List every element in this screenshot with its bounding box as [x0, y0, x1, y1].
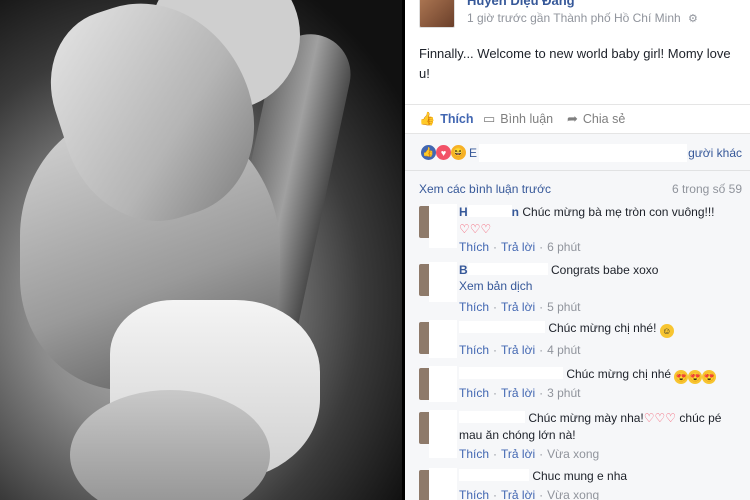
comment-meta: Thích · Trả lời · 6 phút — [459, 240, 581, 254]
post-sidebar: Huyền Diệu Đăng 1 giờ trước gần Thành ph… — [405, 0, 750, 500]
share-button[interactable]: ➦ Chia sẻ — [567, 111, 625, 127]
comment-like-link[interactable]: Thích — [459, 488, 489, 500]
post-header: Huyền Diệu Đăng 1 giờ trước gần Thành ph… — [405, 0, 750, 30]
redacted-name — [459, 367, 563, 379]
globe-icon: ⚙ — [688, 13, 698, 25]
comments-section: 👍 ♥ 😆 E gười khác Xem các bình luận trướ… — [405, 134, 750, 500]
comment-like-link[interactable]: Thích — [459, 300, 489, 314]
smile-emoji-icon: ☺ — [659, 324, 674, 338]
comment-label: Bình luận — [500, 112, 554, 126]
redacted-names — [479, 144, 687, 162]
reactions-bar[interactable]: 👍 ♥ 😆 E gười khác — [405, 142, 750, 164]
author-avatar[interactable] — [419, 0, 455, 28]
comment-reply-link[interactable]: Trả lời — [501, 386, 535, 400]
redacted-name — [467, 205, 512, 217]
redacted-area — [429, 204, 457, 248]
comment-meta: Thích · Trả lời · Vừa xong — [459, 447, 600, 461]
share-label: Chia sẻ — [582, 112, 626, 126]
heart-eyes-emoji-icon: 😍 — [688, 370, 703, 384]
thumbs-up-icon: 👍 — [419, 111, 436, 126]
commenter-name[interactable]: H — [459, 205, 468, 219]
comment-time[interactable]: 6 phút — [547, 240, 580, 254]
heart-icon: ♡♡♡ — [643, 411, 677, 425]
comment-body: Congrats babe xoxo — [551, 263, 659, 277]
redacted-name — [467, 263, 548, 275]
comment-text: Chuc mung e nha — [459, 468, 741, 485]
comment-body: Chúc mừng chị nhé — [566, 367, 672, 381]
view-previous-comments[interactable]: Xem các bình luận trước — [419, 182, 551, 196]
comment-text: Hn Chúc mừng bà mẹ tròn con vuông!!! ♡♡♡ — [459, 204, 741, 238]
comment-time[interactable]: 5 phút — [547, 300, 580, 314]
redacted-name — [459, 321, 545, 333]
comment-icon: ▭ — [483, 111, 496, 126]
reaction-names[interactable]: E — [469, 146, 477, 160]
redacted-area — [429, 468, 457, 500]
comment-like-link[interactable]: Thích — [459, 240, 489, 254]
comment-reply-link[interactable]: Trả lời — [501, 488, 535, 500]
post-meta: 1 giờ trước gần Thành phố Hồ Chí Minh ⚙ — [467, 11, 698, 25]
comment-like-link[interactable]: Thích — [459, 343, 489, 357]
comment-reply-link[interactable]: Trả lời — [501, 300, 535, 314]
reaction-others[interactable]: gười khác — [688, 146, 742, 160]
post-timestamp[interactable]: 1 giờ trước gần Thành phố Hồ Chí Minh — [467, 11, 681, 25]
comment-time[interactable]: 4 phút — [547, 343, 580, 357]
share-icon: ➦ — [567, 111, 578, 126]
comment-reply-link[interactable]: Trả lời — [501, 240, 535, 254]
comment-like-link[interactable]: Thích — [459, 447, 489, 461]
comment-time[interactable]: 3 phút — [547, 386, 580, 400]
redacted-area — [429, 366, 457, 402]
redacted-name — [459, 469, 529, 481]
comment-meta: Thích · Trả lời · Vừa xong — [459, 488, 600, 500]
haha-reaction-icon: 😆 — [451, 145, 466, 160]
heart-eyes-emoji-icon: 😍 — [702, 370, 717, 384]
comment-text: B Congrats babe xoxo — [459, 262, 741, 279]
comment-meta: Thích · Trả lời · 4 phút — [459, 343, 581, 357]
comment-body: Chúc mừng chị nhé! — [548, 321, 657, 335]
heart-icon: ♡♡♡ — [459, 222, 492, 236]
love-reaction-icon: ♥ — [436, 145, 451, 160]
comment-like-link[interactable]: Thích — [459, 386, 489, 400]
comment-reply-link[interactable]: Trả lời — [501, 343, 535, 357]
post-actions: 👍 Thích ▭ Bình luận ➦ Chia sẻ — [405, 104, 750, 134]
heart-eyes-emoji-icon: 😍 — [674, 370, 689, 384]
comment-text: Chúc mừng chị nhé 😍 😍 😍 — [459, 366, 741, 384]
see-translation-link[interactable]: Xem bản dịch — [459, 279, 532, 293]
post-photo[interactable] — [0, 0, 402, 500]
comment-reply-link[interactable]: Trả lời — [501, 447, 535, 461]
comment-count: 6 trong số 59 — [671, 182, 742, 196]
redacted-area — [429, 410, 457, 458]
redacted-area — [429, 320, 457, 358]
comment-body: Chúc mừng mày nha! — [528, 411, 644, 425]
comment-body: Chúc mừng bà mẹ tròn con vuông!!! — [522, 205, 715, 219]
like-button[interactable]: 👍 Thích — [419, 111, 474, 127]
comment-time[interactable]: Vừa xong — [547, 488, 599, 500]
comment-text: Chúc mừng mày nha!♡♡♡ chúc pé mau ăn chó… — [459, 410, 741, 444]
like-label: Thích — [440, 112, 474, 126]
post-text: Finnally... Welcome to new world baby gi… — [419, 46, 731, 81]
comment-meta: Thích · Trả lời · 3 phút — [459, 386, 581, 400]
redacted-area — [429, 262, 457, 302]
divider — [405, 170, 750, 171]
author-name[interactable]: Huyền Diệu Đăng — [467, 0, 575, 8]
commenter-name-end: n — [511, 205, 520, 219]
comment-time[interactable]: Vừa xong — [547, 447, 599, 461]
comment-text: Chúc mừng chị nhé! ☺ — [459, 320, 741, 338]
commenter-name[interactable]: B — [459, 263, 468, 277]
redacted-name — [459, 411, 525, 423]
comment-meta: Thích · Trả lời · 5 phút — [459, 300, 581, 314]
comment-body: Chuc mung e nha — [532, 469, 628, 483]
like-reaction-icon: 👍 — [421, 145, 436, 160]
